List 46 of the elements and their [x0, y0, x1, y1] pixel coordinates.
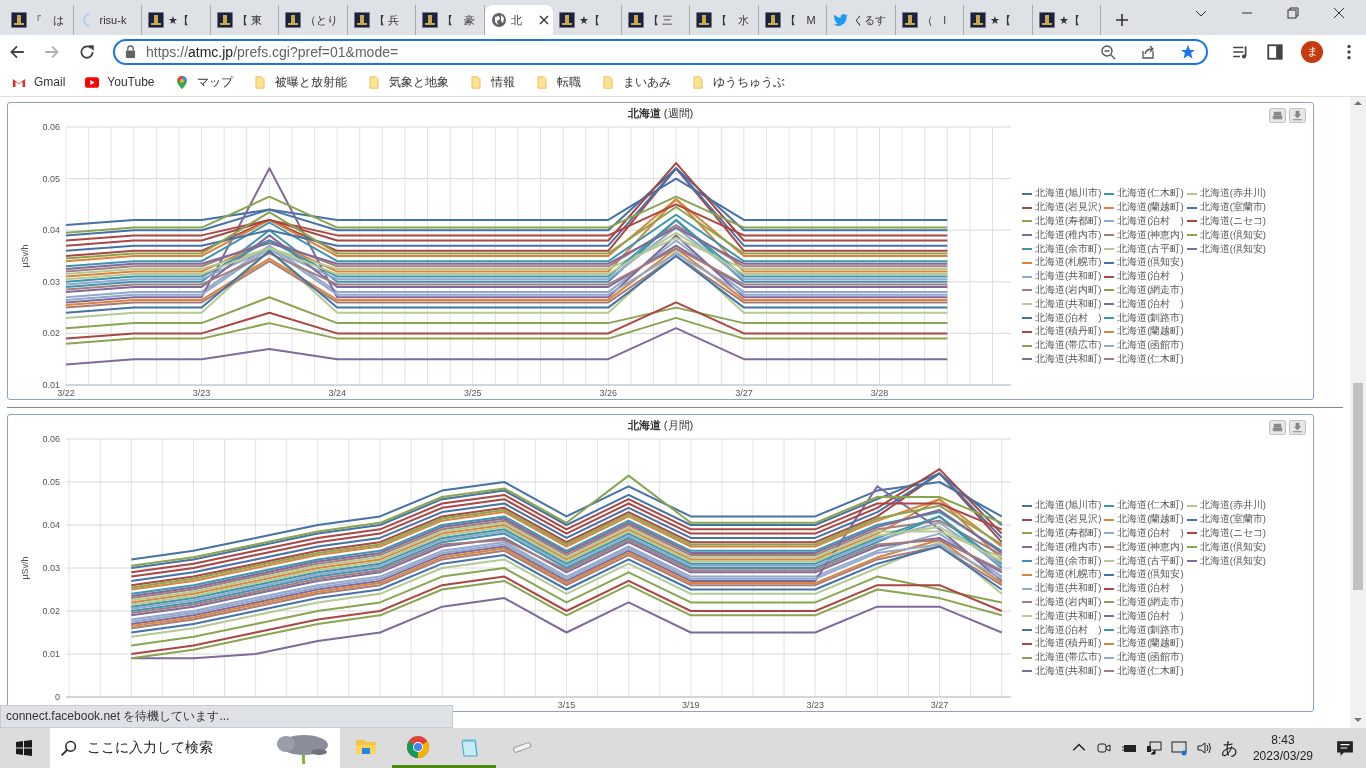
x-tick-label: 3/23 — [806, 700, 824, 710]
tab-title: 【 兵 — [373, 12, 400, 28]
tab-title: 【 三 — [647, 12, 674, 28]
tab-title: 【 豪 — [442, 12, 476, 28]
x-tick-label: 3/19 — [682, 700, 700, 710]
x-tick-label: 3/15 — [557, 700, 576, 710]
y-tick-label: 0.05 — [42, 173, 60, 184]
y-tick-label: 0.03 — [42, 276, 60, 287]
tab-title: 【 M — [784, 12, 817, 28]
y-tick-label: 0.05 — [42, 477, 60, 487]
tab-title: ★【 — [168, 12, 190, 28]
url-text: https://atmc.jp/prefs.cgi?pref=01&mode= — [146, 43, 400, 60]
x-tick-label: 3/23 — [192, 388, 211, 398]
tab-title: ★【 — [1058, 12, 1081, 28]
status-bar: connect.facebook.net を待機しています... — [0, 705, 453, 728]
tab-title: くるす — [853, 12, 887, 28]
tab-title: risu-k — [99, 14, 128, 26]
chart-title: 北海道 (週間) — [627, 105, 694, 121]
tab-title: 【 水 — [716, 12, 750, 28]
tab-title: （とり — [305, 12, 339, 28]
y-tick-label: 0.02 — [42, 606, 60, 616]
tab-title: （ l — [921, 12, 947, 28]
y-tick-label: 0.01 — [42, 380, 60, 390]
x-tick-label: 3/25 — [464, 388, 482, 398]
tab-title: 北 — [510, 12, 523, 28]
y-tick-label: 0 — [55, 692, 60, 702]
y-axis-title: µSv/h — [20, 244, 30, 268]
y-tick-label: 0.03 — [42, 563, 60, 573]
chart-title: 北海道 (月間) — [627, 417, 694, 433]
y-tick-label: 0.06 — [42, 435, 60, 444]
x-tick-label: 3/24 — [328, 388, 346, 398]
y-tick-label: 0.04 — [42, 520, 60, 530]
x-tick-label: 3/28 — [870, 388, 889, 398]
x-tick-label: 3/27 — [735, 388, 753, 398]
x-tick-label: 3/27 — [930, 700, 949, 710]
x-tick-label: 3/26 — [599, 388, 618, 398]
x-tick-label: 3/22 — [57, 388, 75, 398]
y-tick-label: 0.06 — [42, 123, 60, 132]
tab-title: 【 東 — [236, 12, 263, 28]
y-tick-label: 0.02 — [42, 328, 60, 339]
y-tick-label: 0.04 — [42, 225, 60, 236]
y-tick-label: 0.01 — [42, 649, 60, 659]
y-axis-title: µSv/h — [20, 556, 30, 580]
tab-title: 『 は — [31, 12, 65, 28]
tab-title: ★【 — [579, 12, 601, 28]
tab-title: ★【 — [990, 12, 1012, 28]
